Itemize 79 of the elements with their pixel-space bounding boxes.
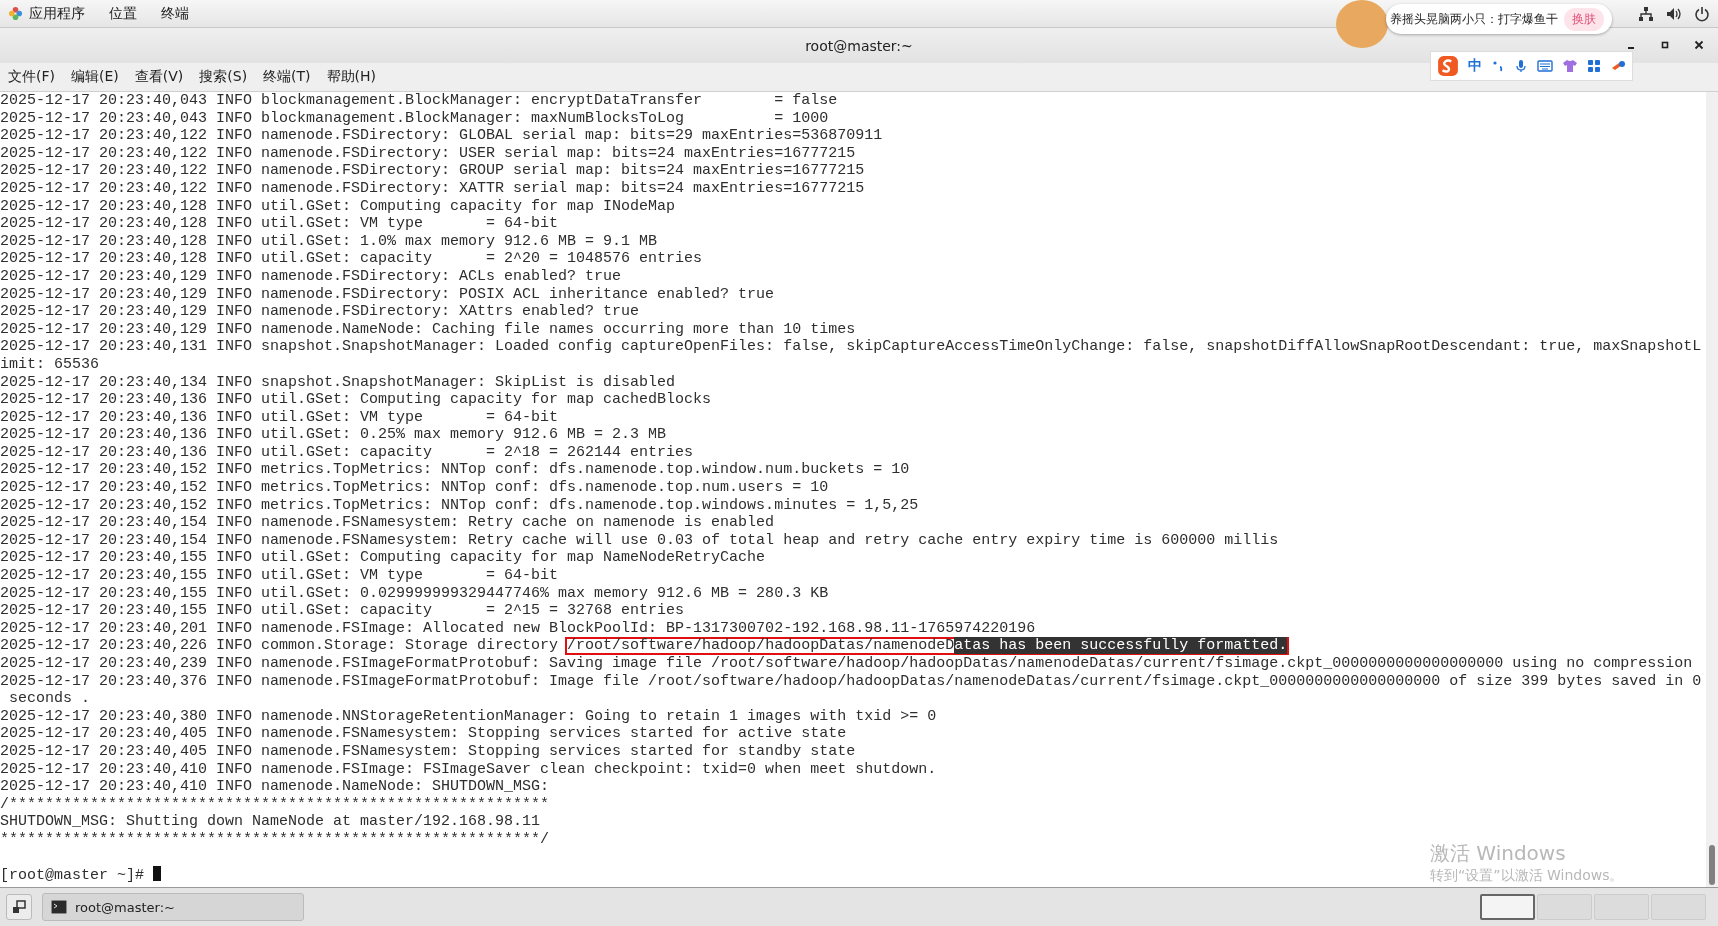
shirt-icon[interactable]	[1562, 59, 1578, 73]
terminal-line: 2025-12-17 20:23:40,129 INFO namenode.NameNode: Caching file names occurring more than 10 times	[0, 320, 856, 339]
terminal-line: 2025-12-17 20:23:40,122 INFO namenode.FSDirectory: GROUP serial map: bits=24 maxEntries=16777215	[0, 162, 865, 180]
sogou-logo-icon[interactable]	[1437, 55, 1459, 77]
terminal-line: seconds .	[8, 690, 90, 708]
terminal-line: 2025-12-17 20:23:40,405 INFO namenode.FSNamesystem: Stopping services started for active state	[0, 725, 847, 743]
terminal-line: 2025-12-17 20:23:40,155 INFO util.GSet: Computing capacity for map NameNodeRetryCache	[0, 549, 766, 568]
terminal-line: 2025-12-17 20:23:40,129 INFO namenode.FSDirectory: XAttrs enabled? true	[0, 303, 640, 321]
terminal-line: 2025-12-17 20:23:40,154 INFO namenode.FSNamesystem: Retry cache will use 0.03 of total heap and retry cache entry expiry time is 600000 millis	[0, 531, 1279, 550]
keyboard-icon[interactable]	[1537, 60, 1553, 72]
punctuation-icon[interactable]	[1491, 59, 1505, 73]
terminal-line: 2025-12-17 20:23:40,043 INFO blockmanagement.BlockManager: maxNumBlocksToLog = 1000	[0, 109, 829, 128]
scrollbar[interactable]	[1706, 92, 1718, 887]
terminal-line: 2025-12-17 20:23:40,152 INFO metrics.TopMetrics: NNTop conf: dfs.namenode.top.num.users = 10	[0, 479, 829, 497]
panel-menu[interactable]: 应用程序	[29, 4, 85, 23]
selected-text: atas has been successfully formatted.	[954, 637, 1288, 655]
network-icon[interactable]	[1638, 5, 1654, 22]
menu-item[interactable]: 查看(V)	[134, 68, 184, 86]
panel-menu[interactable]: 终端	[161, 4, 189, 23]
terminal-line: 2025-12-17 20:23:40,410 INFO namenode.FSImage: FSImageSaver clean checkpoint: txid=0 when meet shutdown.	[0, 760, 937, 779]
menu-item[interactable]: 搜索(S)	[199, 68, 248, 86]
terminal-line: 2025-12-17 20:23:40,405 INFO namenode.FSNamesystem: Stopping services started for standby state	[0, 742, 856, 761]
microphone-icon[interactable]	[1514, 59, 1528, 73]
terminal-line: 2025-12-17 20:23:40,134 INFO snapshot.SnapshotManager: SkipList is disabled	[0, 373, 676, 392]
terminal-line: ************************************************************/	[0, 830, 550, 849]
show-desktop-icon[interactable]	[6, 894, 32, 920]
close-icon[interactable]	[1694, 40, 1704, 50]
wrench-icon[interactable]	[1610, 59, 1626, 73]
terminal-line: 2025-12-17 20:23:40,128 INFO util.GSet: Computing capacity for map INodeMap	[0, 197, 676, 216]
menu-item[interactable]: 帮助(H)	[326, 68, 377, 86]
terminal-line: 2025-12-17 20:23:40,129 INFO namenode.FSDirectory: ACLs enabled? true	[0, 267, 622, 286]
window-title: root@master:~	[805, 37, 913, 54]
terminal-line: 2025-12-17 20:23:40,376 INFO namenode.FSImageFormatProtobuf: Image file /root/software/hadoop/hadoopDatas/namenodeDatas/current/fsimage.ckpt_0000000000000000000 of size 399 bytes saved in 0	[0, 672, 1702, 691]
workspace-button[interactable]	[1480, 894, 1535, 920]
terminal-line: 2025-12-17 20:23:40,128 INFO util.GSet: VM type = 64-bit	[0, 215, 559, 233]
terminal-line: 2025-12-17 20:23:40,128 INFO util.GSet: capacity = 2^20 = 1048576 entries	[0, 250, 703, 268]
maximize-icon[interactable]	[1660, 40, 1670, 50]
terminal-line: 2025-12-17 20:23:40,129 INFO namenode.FSDirectory: POSIX ACL inheritance enabled? true	[0, 285, 775, 304]
terminal-line: 2025-12-17 20:23:40,239 INFO namenode.FSImageFormatProtobuf: Saving image file /root/software/hadoop/hadoopDatas/namenodeDatas/current/fsimage.ckpt_0000000000000000000 using no compression	[0, 655, 1693, 673]
path-text: /root/software/hadoop/hadoopDatas/namenodeD	[567, 637, 955, 655]
menu-item[interactable]: 终端(T)	[263, 68, 311, 86]
terminal-line: 2025-12-17 20:23:40,155 INFO util.GSet: VM type = 64-bit	[0, 567, 559, 585]
terminal-line: 2025-12-17 20:23:40,152 INFO metrics.TopMetrics: NNTop conf: dfs.namenode.top.window.num.buckets = 10	[0, 461, 910, 480]
terminal-icon	[51, 899, 67, 915]
activation-title: 激活 Windows	[1430, 840, 1567, 867]
power-icon[interactable]	[1694, 5, 1710, 22]
scroll-thumb[interactable]	[1709, 845, 1715, 885]
terminal-line: 2025-12-17 20:23:40,410 INFO namenode.NameNode: SHUTDOWN_MSG:	[0, 778, 550, 796]
terminal-line: 2025-12-17 20:23:40,136 INFO util.GSet: VM type = 64-bit	[0, 408, 559, 427]
task-button[interactable]: root@master:~	[42, 893, 304, 921]
terminal-line: imit: 65536	[0, 355, 100, 374]
input-mode[interactable]: 中	[1468, 57, 1482, 75]
terminal-line: 2025-12-17 20:23:40,152 INFO metrics.TopMetrics: NNTop conf: dfs.namenode.top.windows.minutes = 1,5,25	[0, 496, 919, 515]
terminal-line: 2025-12-17 20:23:40,155 INFO util.GSet: capacity = 2^15 = 32768 entries	[0, 602, 685, 620]
menu-item[interactable]: 编辑(E)	[71, 68, 119, 86]
terminal-line: 2025-12-17 20:23:40,226 INFO common.Storage: Storage directory	[0, 637, 560, 655]
terminal-line: 2025-12-17 20:23:40,136 INFO util.GSet: capacity = 2^18 = 262144 entries	[0, 443, 694, 462]
panel-menu[interactable]: 位置	[109, 4, 137, 23]
terminal-line: 2025-12-17 20:23:40,131 INFO snapshot.SnapshotManager: Loaded config captureOpenFiles: false, skipCaptureAccessTimeOnlyChange: false, snapshotDiffAllowSnapRootDescendant: true, maxSnapshotL	[0, 338, 1702, 356]
terminal-line: 2025-12-17 20:23:40,154 INFO namenode.FSNamesystem: Retry cache on namenode is enabled	[0, 514, 775, 532]
terminal-line: /************************************************************	[0, 795, 550, 814]
notification-text: 养摇头晃脑两小只：打字爆鱼干	[1390, 10, 1558, 28]
terminal-line: 2025-12-17 20:23:40,136 INFO util.GSet: Computing capacity for map cachedBlocks	[0, 391, 712, 409]
shell-prompt: [root@master ~]#	[0, 867, 146, 885]
terminal-line: 2025-12-17 20:23:40,136 INFO util.GSet: 0.25% max memory 912.6 MB = 2.3 MB	[0, 426, 667, 444]
terminal-line: 2025-12-17 20:23:40,122 INFO namenode.FSDirectory: XATTR serial map: bits=24 maxEntries=16777215	[0, 179, 865, 198]
menu-item[interactable]: 文件(F)	[8, 68, 55, 86]
terminal-line: 2025-12-17 20:23:40,128 INFO util.GSet: 1.0% max memory 912.6 MB = 9.1 MB	[0, 232, 658, 251]
activation-text: 转到“设置”以激活 Windows。	[1430, 867, 1624, 885]
terminal-line: 2025-12-17 20:23:40,201 INFO namenode.FSImage: Allocated new BlockPoolId: BP-1317300702-192.168.98.11-1765974220196	[0, 619, 1036, 638]
terminal-line: 2025-12-17 20:23:40,122 INFO namenode.FSDirectory: USER serial map: bits=24 maxEntries=16777215	[0, 144, 856, 163]
terminal-line: SHUTDOWN_MSG: Shutting down NameNode at master/192.168.98.11	[0, 813, 541, 831]
apps-icon	[8, 6, 23, 21]
terminal-line: 2025-12-17 20:23:40,155 INFO util.GSet: 0.029999999329447746% max memory 912.6 MB = 280.3 KB	[0, 584, 829, 603]
text-cursor	[153, 866, 162, 882]
terminal-line: 2025-12-17 20:23:40,043 INFO blockmanagement.BlockManager: encryptDataTransfer = false	[0, 92, 838, 110]
grid-icon[interactable]	[1587, 59, 1601, 73]
terminal-line: 2025-12-17 20:23:40,122 INFO namenode.FSDirectory: GLOBAL serial map: bits=29 maxEntries=536870911	[0, 127, 883, 145]
terminal-line: 2025-12-17 20:23:40,380 INFO namenode.NNStorageRetentionManager: Going to retain 1 images with txid >= 0	[0, 707, 937, 726]
